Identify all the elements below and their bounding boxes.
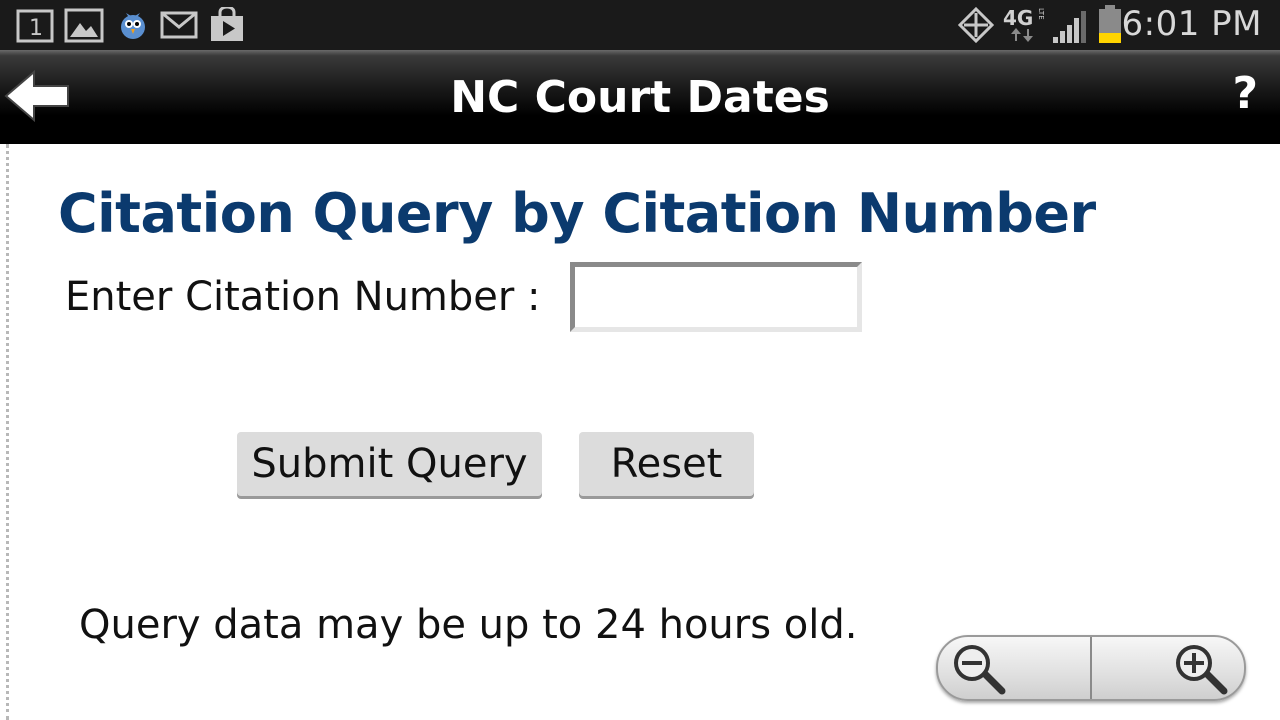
page-edge-divider (6, 144, 9, 720)
gps-icon (958, 7, 994, 43)
network-4g-icon: 4G LTE (1003, 6, 1047, 44)
notification-one-icon: 1 (16, 9, 54, 43)
mail-icon (160, 11, 198, 39)
battery-icon (1099, 5, 1121, 43)
app-title-bar: NC Court Dates ? (0, 50, 1280, 144)
gallery-icon (64, 8, 104, 43)
clock-time: 6:01 PM (1121, 4, 1262, 44)
network-label: 4G (1003, 6, 1034, 30)
help-button[interactable]: ? (1232, 68, 1258, 119)
data-arrows-icon (1011, 28, 1033, 42)
zoom-out-icon (954, 645, 1006, 695)
citation-number-input[interactable] (570, 262, 862, 332)
svg-text:1: 1 (29, 16, 43, 41)
signal-icon (1053, 11, 1086, 43)
zoom-in-icon (1176, 645, 1228, 695)
network-sub-label: LTE (1037, 8, 1045, 20)
data-age-note: Query data may be up to 24 hours old. (79, 602, 858, 648)
play-store-icon (211, 7, 243, 41)
citation-number-label: Enter Citation Number : (65, 274, 541, 320)
main-content: Citation Query by Citation Number Enter … (0, 144, 1280, 720)
bird-app-icon (121, 13, 145, 39)
status-bar: 1 4G LTE 6:01 PM (0, 0, 1280, 50)
app-title: NC Court Dates (450, 72, 830, 123)
zoom-out-button[interactable] (938, 637, 1090, 699)
page-title: Citation Query by Citation Number (58, 182, 1096, 245)
zoom-control (936, 635, 1246, 701)
zoom-in-button[interactable] (1092, 637, 1244, 699)
reset-button[interactable]: Reset (579, 432, 754, 496)
submit-query-button[interactable]: Submit Query (237, 432, 542, 496)
